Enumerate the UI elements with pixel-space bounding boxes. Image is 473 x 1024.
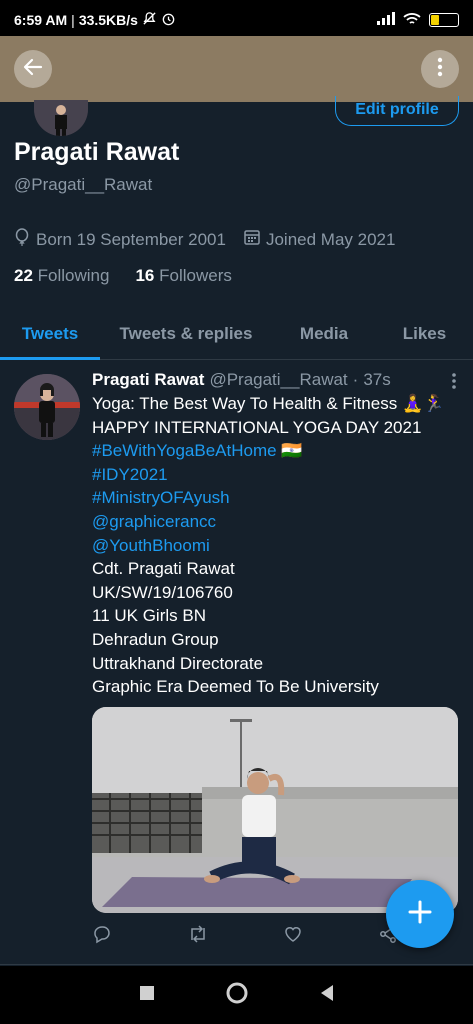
reply-button[interactable] (92, 924, 112, 949)
calendar-icon (244, 229, 260, 250)
followers-label: Followers (159, 266, 232, 285)
followers-link[interactable]: 16 Followers (135, 266, 231, 286)
tweet-time: 37s (363, 370, 391, 389)
tweet-line: Yoga: The Best Way To Health & Fitness 🧘… (92, 394, 445, 413)
status-speed: 33.5KB/s (78, 12, 138, 28)
system-back-button[interactable] (319, 984, 335, 1007)
hashtag-link[interactable]: #BeWithYogaBeAtHome (92, 441, 277, 460)
tweet-author-handle[interactable]: @Pragati__Rawat (209, 370, 347, 390)
tweet-media-image[interactable] (92, 707, 458, 913)
tweet-line: UK/SW/19/106760 (92, 582, 233, 602)
tab-likes[interactable]: Likes (376, 308, 473, 359)
status-time: 6:59 AM (14, 12, 68, 28)
square-icon (139, 985, 155, 1005)
content-divider (0, 964, 473, 965)
tweet-author-name[interactable]: Pragati Rawat (92, 370, 204, 390)
follow-stats: 22 Following 16 Followers (14, 266, 232, 286)
back-arrow-icon (22, 56, 44, 83)
more-options-button[interactable] (421, 50, 459, 88)
hashtag-link[interactable]: #MinistryOFAyush (92, 486, 458, 510)
circle-icon (225, 982, 249, 1009)
wifi-icon (403, 12, 421, 29)
status-separator: | (71, 12, 75, 28)
balloon-icon (14, 228, 30, 251)
tweet-line: HAPPY INTERNATIONAL YOGA DAY 2021 (92, 417, 422, 437)
system-nav-bar (0, 966, 473, 1024)
following-link[interactable]: 22 Following (14, 266, 109, 286)
like-button[interactable] (283, 924, 303, 949)
profile-avatar[interactable] (34, 100, 88, 136)
tweet-meta-separator: · (352, 370, 359, 389)
tweet-body: Pragati Rawat @Pragati__Rawat · 37s Yoga… (92, 370, 458, 699)
profile-tabs: Tweets Tweets & replies Media Likes (0, 308, 473, 360)
flag-emoji: 🇮🇳 (276, 441, 303, 461)
mute-icon (142, 11, 157, 29)
status-bar: 6:59 AM | 33.5KB/s 29 (0, 0, 473, 40)
tweet-author-avatar[interactable] (14, 374, 80, 440)
mention-link[interactable]: @graphicerancc (92, 510, 458, 534)
battery-icon: 29 (429, 13, 459, 27)
battery-level: 29 (438, 14, 450, 26)
profile-display-name: Pragati Rawat (14, 138, 180, 166)
home-button[interactable] (225, 981, 249, 1010)
tab-tweets-replies[interactable]: Tweets & replies (100, 308, 272, 359)
signal-icon (377, 12, 395, 28)
hashtag-link[interactable]: #IDY2021 (92, 463, 458, 487)
profile-banner (0, 36, 473, 102)
compose-tweet-button[interactable] (386, 880, 454, 948)
tweet-line: Dehradun Group (92, 629, 219, 649)
retweet-icon (187, 925, 209, 948)
tweet-line: Uttrakhand Directorate (92, 653, 264, 673)
alarm-icon (161, 11, 176, 29)
tweet-line: Graphic Era Deemed To Be University (92, 677, 379, 697)
more-vertical-icon (451, 373, 457, 394)
retweet-button[interactable] (187, 924, 209, 949)
mention-link[interactable]: @YouthBhoomi (92, 534, 458, 558)
back-button[interactable] (14, 50, 52, 88)
plus-icon (407, 899, 433, 930)
tab-media[interactable]: Media (272, 308, 376, 359)
birth-date: Born 19 September 2001 (36, 229, 226, 249)
recents-button[interactable] (139, 985, 155, 1006)
more-vertical-icon (437, 57, 443, 82)
profile-handle: @Pragati__Rawat (14, 175, 153, 194)
join-date: Joined May 2021 (265, 229, 396, 249)
tweet[interactable]: Pragati Rawat @Pragati__Rawat · 37s Yoga… (0, 362, 473, 966)
tab-tweets[interactable]: Tweets (0, 308, 100, 360)
edit-profile-button[interactable]: Edit profile (335, 96, 459, 126)
tweet-line: Cdt. Pragati Rawat (92, 559, 235, 579)
followers-count: 16 (135, 266, 155, 285)
tweet-line-hashtag: #BeWithYogaBeAtHome 🇮🇳 (92, 439, 458, 463)
tweet-header: Pragati Rawat @Pragati__Rawat · 37s (92, 370, 458, 390)
heart-icon (283, 927, 303, 948)
following-label: Following (37, 266, 110, 285)
tweet-line: 11 UK Girls BN (92, 606, 206, 626)
tweet-text: Yoga: The Best Way To Health & Fitness 🧘… (92, 392, 458, 699)
following-count: 22 (14, 266, 33, 285)
triangle-back-icon (319, 984, 335, 1006)
tweet-more-button[interactable] (451, 372, 457, 395)
reply-icon (92, 926, 112, 948)
profile-meta: Born 19 September 2001 Joined May 2021 (14, 228, 395, 251)
